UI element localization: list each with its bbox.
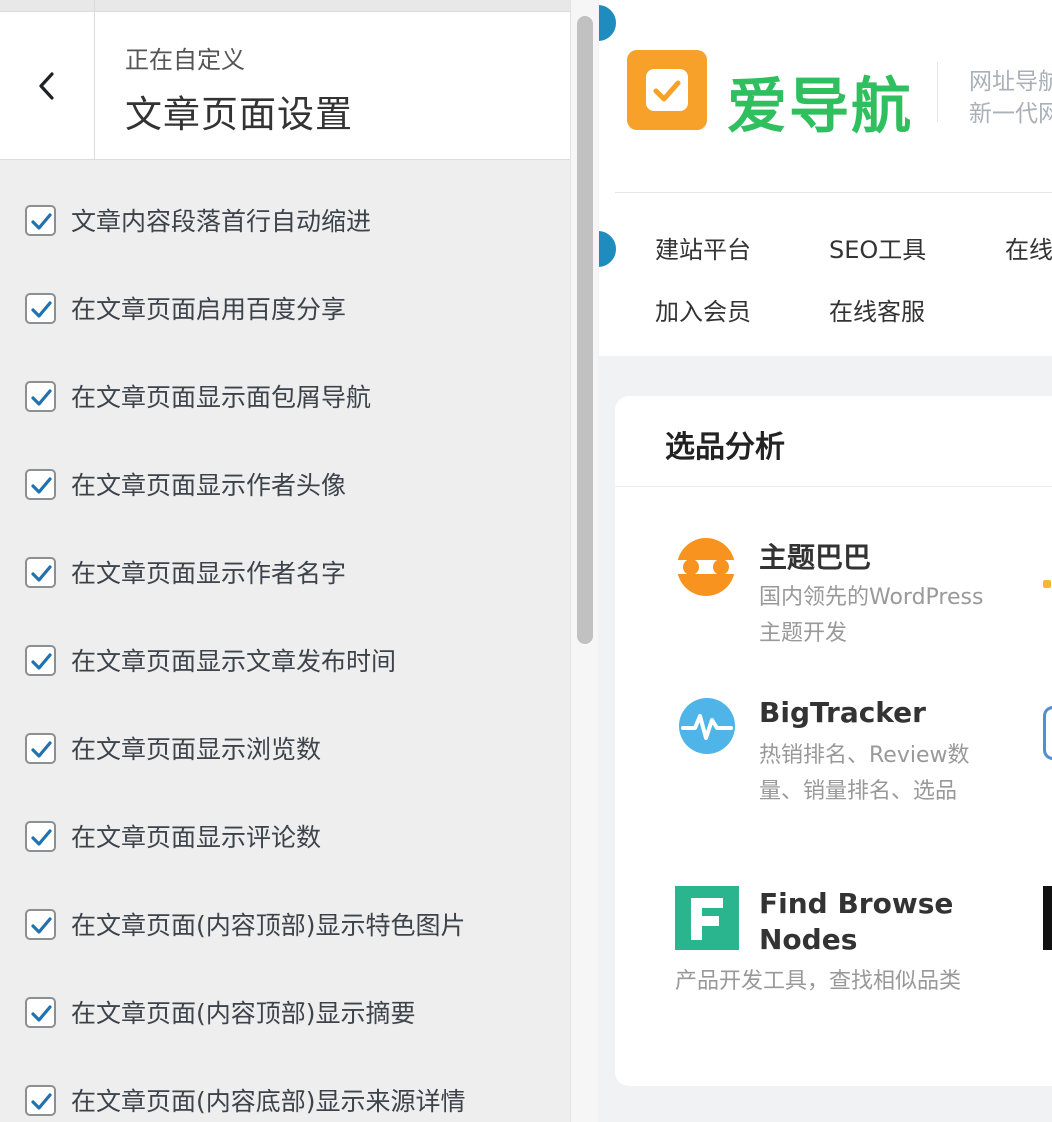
option-checkbox[interactable]	[25, 821, 56, 852]
option-label: 在文章页面启用百度分享	[71, 295, 347, 324]
nav-item-seo-tools[interactable]: SEO工具	[829, 230, 926, 265]
check-icon	[30, 1004, 52, 1022]
option-label: 在文章页面显示浏览数	[71, 735, 322, 764]
card-divider	[615, 486, 1052, 487]
check-icon	[30, 828, 52, 846]
option-row[interactable]: 在文章页面显示文章发布时间	[0, 618, 570, 706]
site-name: Find Browse Nodes	[759, 887, 954, 956]
section-title: 文章页面设置	[125, 93, 353, 136]
site-description: 国内领先的WordPress主题开发	[759, 585, 984, 646]
option-row[interactable]: 在文章页面显示作者头像	[0, 442, 570, 530]
option-label: 在文章页面显示作者名字	[71, 559, 347, 588]
option-label: 在文章页面(内容顶部)显示特色图片	[71, 911, 466, 940]
check-icon	[30, 916, 52, 934]
check-icon	[30, 388, 52, 406]
customizing-label: 正在自定义	[125, 46, 245, 74]
clipped-logo-icon	[1043, 886, 1052, 950]
logo-divider	[937, 62, 938, 122]
option-label: 在文章页面显示评论数	[71, 823, 322, 852]
site-card: 选品分析 主题巴巴 国内领先的WordPress主题开发 BigTracker …	[615, 396, 1052, 1086]
option-label: 在文章页面(内容底部)显示来源详情	[71, 1087, 466, 1116]
nav-item-join-member[interactable]: 加入会员	[655, 292, 751, 327]
site-description: 产品开发工具，查找相似品类	[675, 969, 962, 994]
option-checkbox[interactable]	[25, 469, 56, 500]
option-checkbox[interactable]	[25, 1085, 56, 1116]
site-slogan-line1: 网址导航	[969, 69, 1052, 95]
option-row[interactable]: 文章内容段落首行自动缩进	[0, 178, 570, 266]
nav-item-online-tools[interactable]: 在线工具	[1005, 230, 1052, 265]
option-row[interactable]: 在文章页面显示评论数	[0, 794, 570, 882]
check-icon	[30, 300, 52, 318]
themebaba-logo-icon	[677, 538, 735, 596]
option-checkbox[interactable]	[25, 997, 56, 1028]
site-name: 主题巴巴	[759, 541, 872, 574]
site-logo[interactable]	[627, 50, 707, 130]
option-checkbox[interactable]	[25, 645, 56, 676]
panel-top-strip	[0, 0, 570, 12]
option-checkbox[interactable]	[25, 557, 56, 588]
option-row[interactable]: 在文章页面启用百度分享	[0, 266, 570, 354]
option-checkbox[interactable]	[25, 381, 56, 412]
check-icon	[30, 652, 52, 670]
site-name: BigTracker	[759, 696, 926, 729]
option-checkbox[interactable]	[25, 205, 56, 236]
option-row[interactable]: 在文章页面显示浏览数	[0, 706, 570, 794]
nav-item-online-service[interactable]: 在线客服	[829, 292, 925, 327]
site-description: 热销排名、Review数量、销量排名、选品	[759, 743, 970, 804]
card-title: 选品分析	[665, 430, 785, 465]
panel-scrollbar[interactable]	[570, 0, 598, 1122]
header-divider	[615, 192, 1052, 193]
site-slogan-line2: 新一代网	[969, 101, 1052, 127]
option-label: 在文章页面显示作者头像	[71, 471, 347, 500]
site-preview: 爱导航 网址导航 新一代网 建站平台 SEO工具 在线工具 加入会员 在线客服 …	[599, 0, 1052, 1122]
clipped-star-icon	[1043, 580, 1051, 588]
option-label: 在文章页面显示文章发布时间	[71, 647, 397, 676]
option-row[interactable]: 在文章页面(内容底部)显示来源详情	[0, 1058, 570, 1122]
check-icon	[30, 564, 52, 582]
check-icon	[30, 740, 52, 758]
chevron-left-icon	[39, 71, 54, 100]
option-row[interactable]: 在文章页面(内容顶部)显示特色图片	[0, 882, 570, 970]
option-checkbox[interactable]	[25, 909, 56, 940]
site-header: 爱导航 网址导航 新一代网 建站平台 SEO工具 在线工具 加入会员 在线客服	[599, 0, 1052, 356]
bigtracker-logo-icon	[679, 698, 735, 754]
option-checkbox[interactable]	[25, 293, 56, 324]
option-label: 文章内容段落首行自动缩进	[71, 207, 372, 236]
option-row[interactable]: 在文章页面显示作者名字	[0, 530, 570, 618]
panel-header: 正在自定义 文章页面设置	[0, 12, 570, 160]
check-icon	[30, 476, 52, 494]
scrollbar-thumb[interactable]	[577, 16, 593, 644]
nav-item-site-platform[interactable]: 建站平台	[655, 230, 751, 265]
customizer-panel: 正在自定义 文章页面设置 文章内容段落首行自动缩进 在文章页面启用百度分享 在文章页…	[0, 0, 598, 1122]
find-browse-nodes-logo-icon	[675, 886, 739, 950]
options-list: 文章内容段落首行自动缩进 在文章页面启用百度分享 在文章页面显示面包屑导航 在文章页面…	[0, 178, 570, 1122]
checkmark-icon	[646, 69, 688, 111]
back-button[interactable]	[0, 12, 95, 159]
site-name[interactable]: 爱导航	[727, 58, 913, 145]
option-row[interactable]: 在文章页面显示面包屑导航	[0, 354, 570, 442]
option-label: 在文章页面显示面包屑导航	[71, 383, 372, 412]
clipped-logo-icon	[1043, 706, 1052, 760]
option-label: 在文章页面(内容顶部)显示摘要	[71, 999, 416, 1028]
check-icon	[30, 212, 52, 230]
option-row[interactable]: 在文章页面(内容顶部)显示摘要	[0, 970, 570, 1058]
option-checkbox[interactable]	[25, 733, 56, 764]
check-icon	[30, 1092, 52, 1110]
